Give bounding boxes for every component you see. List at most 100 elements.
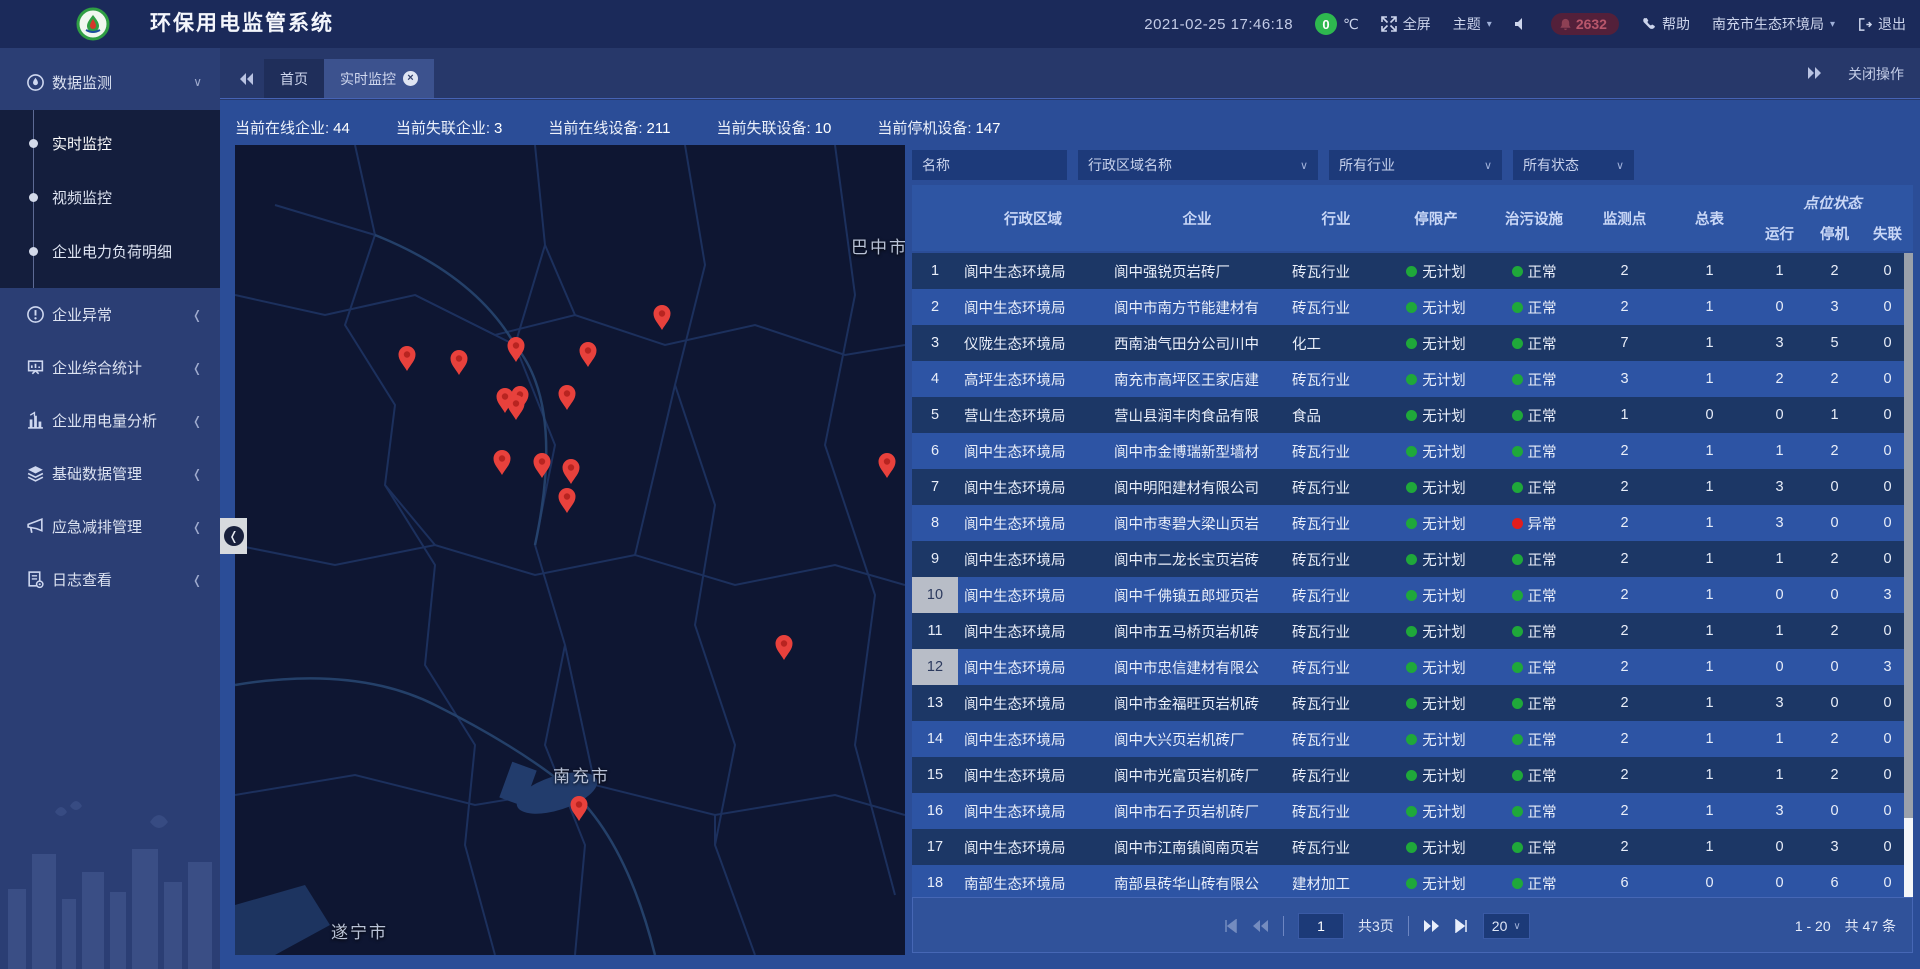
sidebar-item-base-data[interactable]: 基础数据管理❬ [0, 447, 220, 500]
table-row[interactable]: 15阆中生态环境局阆中市光富页岩机砖厂砖瓦行业无计划正常21120 [912, 757, 1913, 793]
table-row[interactable]: 3仪陇生态环境局西南油气田分公司川中化工无计划正常71350 [912, 325, 1913, 361]
map-pin-icon[interactable] [492, 449, 512, 476]
table-row[interactable]: 2阆中生态环境局阆中市南方节能建材有砖瓦行业无计划正常21030 [912, 289, 1913, 325]
sidebar-item-power-analysis[interactable]: 企业用电量分析❬ [0, 394, 220, 447]
table-row[interactable]: 7阆中生态环境局阆中明阳建材有限公司砖瓦行业无计划正常21300 [912, 469, 1913, 505]
map-pin-icon[interactable] [561, 458, 581, 485]
cell-meters: 1 [1667, 469, 1752, 505]
table-row[interactable]: 9阆中生态环境局阆中市二龙长宝页岩砖砖瓦行业无计划正常21120 [912, 541, 1913, 577]
cell-facility: 正常 [1486, 829, 1582, 865]
page-number-input[interactable] [1298, 913, 1344, 939]
cell-company: 阆中市五马桥页岩机砖 [1108, 613, 1286, 649]
next-page-button[interactable] [1423, 919, 1440, 933]
cell-index: 3 [912, 325, 958, 361]
cell-run: 3 [1752, 505, 1807, 541]
sidebar-item-data-monitor[interactable]: 数据监测∨ [0, 54, 220, 110]
prev-page-button[interactable] [1252, 919, 1269, 933]
log-icon [26, 570, 45, 589]
map-pin-icon[interactable] [506, 336, 526, 363]
industry-filter-select[interactable]: 所有行业 ∨ [1329, 150, 1502, 180]
table-row[interactable]: 18南部生态环境局南部县砖华山砖有限公建材加工无计划正常60060 [912, 865, 1913, 897]
map-pin-icon[interactable] [397, 345, 417, 372]
map-pin-icon[interactable] [557, 487, 577, 514]
theme-menu[interactable]: 主题▾ [1453, 14, 1492, 34]
fullscreen-button[interactable]: 全屏 [1381, 14, 1431, 34]
cell-run: 3 [1752, 793, 1807, 829]
sidebar-subitem-视频监控[interactable]: 视频监控 [0, 170, 220, 224]
status-dot-icon [1406, 626, 1417, 637]
tab-home[interactable]: 首页 [264, 59, 324, 98]
table-row[interactable]: 12阆中生态环境局阆中市忠信建材有限公砖瓦行业无计划正常21003 [912, 649, 1913, 685]
last-page-button[interactable] [1454, 919, 1469, 933]
sidebar-item-emergency[interactable]: 应急减排管理❬ [0, 500, 220, 553]
scrollbar-thumb[interactable] [1904, 253, 1913, 818]
logout-button[interactable]: 退出 [1857, 14, 1906, 34]
table-row[interactable]: 1阆中生态环境局阆中强锐页岩砖厂砖瓦行业无计划正常21120 [912, 253, 1913, 289]
tabs-scroll-left-button[interactable] [232, 59, 262, 98]
region-filter-select[interactable]: 行政区域名称 ∨ [1078, 150, 1318, 180]
cell-industry: 砖瓦行业 [1286, 685, 1386, 721]
cell-company: 阆中市石子页岩机砖厂 [1108, 793, 1286, 829]
map-panel[interactable]: 巴中市南充市遂宁市 [235, 145, 905, 955]
sound-toggle[interactable] [1514, 17, 1529, 31]
map-pin-icon[interactable] [569, 795, 589, 822]
status-dot-icon [1512, 806, 1523, 817]
page-size-select[interactable]: 20 ∨ [1483, 913, 1530, 939]
help-button[interactable]: 帮助 [1641, 14, 1690, 34]
table-row[interactable]: 16阆中生态环境局阆中市石子页岩机砖厂砖瓦行业无计划正常21300 [912, 793, 1913, 829]
close-operations-button[interactable]: 关闭操作 [1848, 64, 1904, 84]
status-dot-icon [1512, 554, 1523, 565]
table-row[interactable]: 10阆中生态环境局阆中千佛镇五郎垭页岩砖瓦行业无计划正常21003 [912, 577, 1913, 613]
table-row[interactable]: 13阆中生态环境局阆中市金福旺页岩机砖砖瓦行业无计划正常21300 [912, 685, 1913, 721]
first-page-button[interactable] [1223, 919, 1238, 933]
divider [1408, 916, 1409, 936]
map-collapse-button[interactable]: ❬ [220, 518, 247, 554]
stat-label: 当前失联设备: [716, 120, 810, 137]
map-pin-icon[interactable] [506, 394, 526, 421]
table-row[interactable]: 6阆中生态环境局阆中市金博瑞新型墙材砖瓦行业无计划正常21120 [912, 433, 1913, 469]
sidebar-item-enterprise-abnormal[interactable]: 企业异常❬ [0, 288, 220, 341]
tab-realtime-monitor[interactable]: 实时监控 × [324, 59, 434, 98]
name-filter[interactable] [912, 150, 1067, 180]
map-pin-icon[interactable] [532, 452, 552, 479]
sidebar-item-logs[interactable]: 日志查看❬ [0, 553, 220, 606]
table-row[interactable]: 17阆中生态环境局阆中市江南镇阆南页岩砖瓦行业无计划正常21030 [912, 829, 1913, 865]
cell-stop-limit: 无计划 [1386, 433, 1486, 469]
status-dot-icon [1406, 302, 1417, 313]
table-row[interactable]: 5营山生态环境局营山县润丰肉食品有限食品无计划正常10010 [912, 397, 1913, 433]
col-industry: 行业 [1286, 185, 1386, 251]
cell-company: 阆中明阳建材有限公司 [1108, 469, 1286, 505]
status-filter-select[interactable]: 所有状态 ∨ [1513, 150, 1634, 180]
cell-facility: 正常 [1486, 469, 1582, 505]
table-row[interactable]: 8阆中生态环境局阆中市枣碧大梁山页岩砖瓦行业无计划异常21300 [912, 505, 1913, 541]
name-filter-input[interactable] [922, 157, 1057, 173]
map-pin-icon[interactable] [652, 304, 672, 331]
sidebar-item-enterprise-stats[interactable]: 企业综合统计❬ [0, 341, 220, 394]
map-pin-icon[interactable] [774, 634, 794, 661]
tabs-scroll-right-button[interactable] [1806, 66, 1822, 83]
cell-index: 13 [912, 685, 958, 721]
status-dot-icon [1406, 518, 1417, 529]
cell-meters: 1 [1667, 361, 1752, 397]
map-pin-icon[interactable] [578, 341, 598, 368]
cell-industry: 砖瓦行业 [1286, 577, 1386, 613]
map-pin-icon[interactable] [449, 349, 469, 376]
cell-stop-limit: 无计划 [1386, 613, 1486, 649]
sidebar-subitem-企业电力负荷明细[interactable]: 企业电力负荷明细 [0, 224, 220, 278]
status-dot-icon [1512, 518, 1523, 529]
map-pin-icon[interactable] [557, 384, 577, 411]
table-scrollbar[interactable] [1904, 253, 1913, 897]
cell-industry: 砖瓦行业 [1286, 613, 1386, 649]
table-row[interactable]: 11阆中生态环境局阆中市五马桥页岩机砖砖瓦行业无计划正常21120 [912, 613, 1913, 649]
table-row[interactable]: 4高坪生态环境局南充市高坪区王家店建砖瓦行业无计划正常31220 [912, 361, 1913, 397]
map-pin-icon[interactable] [877, 452, 897, 479]
tab-close-icon[interactable]: × [403, 71, 418, 86]
city-label-遂宁市: 遂宁市 [331, 918, 388, 943]
cell-company: 阆中市金博瑞新型墙材 [1108, 433, 1286, 469]
cell-run: 3 [1752, 685, 1807, 721]
org-menu[interactable]: 南充市生态环境局▾ [1712, 14, 1835, 34]
notification-pill[interactable]: 2632 [1551, 13, 1619, 35]
status-dot-icon [1512, 338, 1523, 349]
sidebar-subitem-实时监控[interactable]: 实时监控 [0, 116, 220, 170]
table-row[interactable]: 14阆中生态环境局阆中大兴页岩机砖厂砖瓦行业无计划正常21120 [912, 721, 1913, 757]
